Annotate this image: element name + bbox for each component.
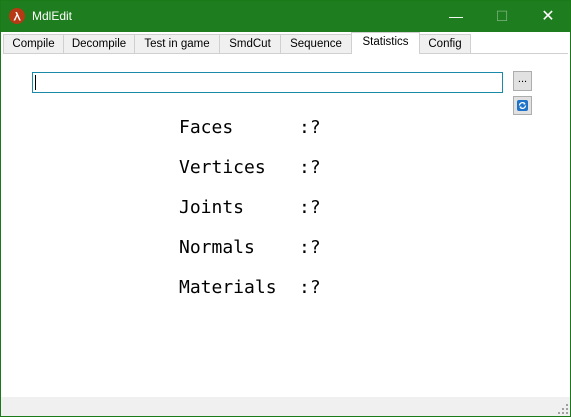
stat-value: :? bbox=[299, 197, 321, 218]
stat-row-materials: Materials :? bbox=[179, 277, 321, 317]
stat-label: Normals bbox=[179, 237, 255, 258]
refresh-icon bbox=[517, 100, 528, 111]
stat-label: Materials bbox=[179, 277, 277, 298]
maximize-button[interactable]: ☐ bbox=[479, 1, 525, 32]
status-bar bbox=[1, 397, 570, 416]
window-title: MdlEdit bbox=[32, 9, 73, 23]
browse-button[interactable]: ... bbox=[513, 71, 532, 91]
stat-row-normals: Normals :? bbox=[179, 237, 321, 277]
half-life-lambda-icon bbox=[9, 8, 25, 24]
stat-value: :? bbox=[299, 237, 321, 258]
stat-label: Vertices bbox=[179, 157, 266, 178]
stat-value: :? bbox=[299, 277, 321, 298]
tab-compile[interactable]: Compile bbox=[3, 34, 64, 54]
stat-label: Faces bbox=[179, 117, 234, 138]
tab-config[interactable]: Config bbox=[419, 34, 471, 54]
stat-row-vertices: Vertices :? bbox=[179, 157, 321, 197]
tab-test-in-game[interactable]: Test in game bbox=[134, 34, 220, 54]
tab-decompile[interactable]: Decompile bbox=[63, 34, 135, 54]
tab-statistics[interactable]: Statistics bbox=[351, 32, 420, 54]
stat-value: :? bbox=[299, 117, 321, 138]
tab-smdcut[interactable]: SmdCut bbox=[219, 34, 281, 54]
refresh-button[interactable] bbox=[513, 96, 532, 115]
resize-grip-icon[interactable] bbox=[558, 404, 568, 414]
stat-row-faces: Faces :? bbox=[179, 117, 321, 157]
stat-label: Joints bbox=[179, 197, 245, 218]
close-button[interactable]: ✕ bbox=[525, 1, 571, 32]
title-bar[interactable]: MdlEdit — ☐ ✕ bbox=[1, 1, 570, 32]
mdledit-window: MdlEdit — ☐ ✕ Compile Decompile Test in … bbox=[0, 0, 571, 417]
stat-row-joints: Joints :? bbox=[179, 197, 321, 237]
statistics-panel: Faces :? Vertices :? Joints :? Normals :… bbox=[179, 117, 321, 317]
stat-value: :? bbox=[299, 157, 321, 178]
text-caret bbox=[35, 75, 36, 90]
model-path-input[interactable] bbox=[32, 72, 503, 93]
tab-strip: Compile Decompile Test in game SmdCut Se… bbox=[1, 32, 570, 54]
minimize-button[interactable]: — bbox=[433, 1, 479, 32]
tab-sequence[interactable]: Sequence bbox=[280, 34, 352, 54]
tab-divider bbox=[3, 53, 568, 54]
